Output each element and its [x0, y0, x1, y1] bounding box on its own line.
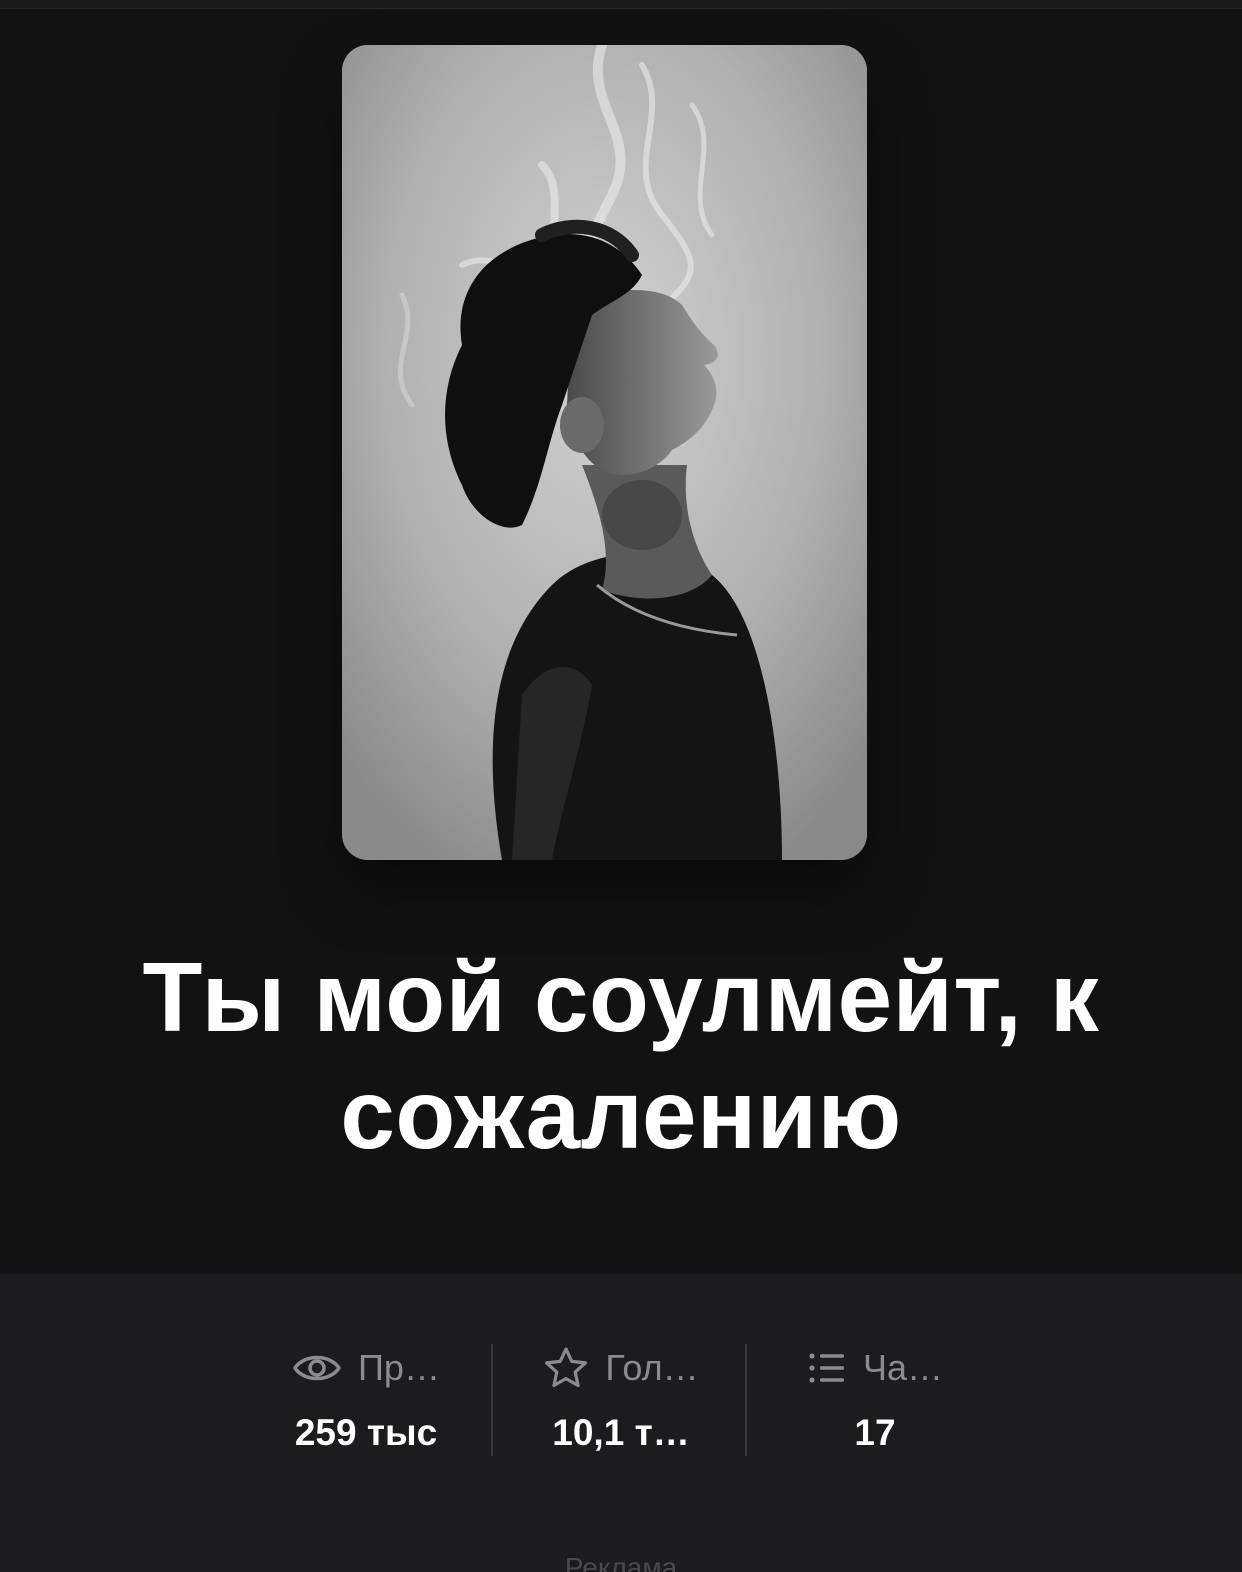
top-divider: [0, 0, 1242, 9]
stat-votes-value: 10,1 т…: [552, 1412, 690, 1453]
stat-views-value: 259 тыс: [294, 1412, 438, 1453]
book-cover-image[interactable]: [342, 45, 867, 860]
stats-bar: Пр… 259 тыс Гол… 10,1 т… Ча… 17 Реклама: [0, 1274, 1242, 1572]
stat-votes-label: Гол…: [605, 1347, 699, 1388]
stat-views[interactable]: Пр… 259 тыс: [251, 1344, 481, 1464]
stat-divider: [745, 1344, 747, 1456]
stat-votes[interactable]: Гол… 10,1 т…: [506, 1344, 736, 1464]
stat-divider: [491, 1344, 493, 1456]
story-title: Ты мой соулмейт, к сожалению: [142, 942, 1100, 1169]
ad-label: Реклама: [564, 1552, 678, 1572]
stat-parts-label: Ча…: [862, 1347, 943, 1388]
story-header: Ты мой соулмейт, к сожалению: [0, 9, 1242, 1274]
stat-views-label: Пр…: [358, 1347, 440, 1388]
story-page: Ты мой соулмейт, к сожалению Пр… 259 тыс…: [0, 0, 1242, 1572]
star-icon: [545, 1347, 588, 1388]
list-icon: [809, 1353, 844, 1383]
cover-illustration: [342, 45, 867, 860]
stat-parts-value: 17: [854, 1412, 896, 1453]
stat-parts[interactable]: Ча… 17: [760, 1344, 990, 1464]
eye-icon: [293, 1355, 341, 1381]
